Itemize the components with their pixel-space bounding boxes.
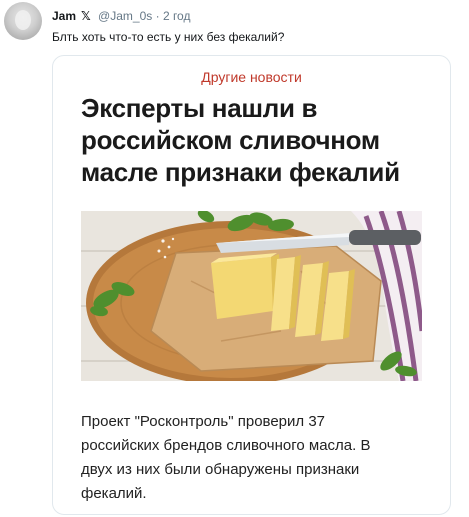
article-photo[interactable] [81,211,422,381]
excerpt-line: фекалий. [81,485,147,502]
avatar-face [15,10,31,30]
article-headline[interactable]: Эксперты нашли в российском сливочном ма… [81,92,441,188]
article-excerpt[interactable]: Проект "Росконтроль" проверил 37 российс… [81,410,426,506]
headline-line: Эксперты нашли в [81,93,318,123]
excerpt-line: двух из них были обнаружены признаки [81,461,360,478]
headline-line: масле признаки фекалий [81,157,400,187]
x-logo-icon: 𝕏 [81,9,91,23]
separator: · [155,9,160,23]
headline-line: российском сливочном [81,125,380,155]
tweet-header: Jam 𝕏 @Jam_0s · 2 год [52,8,190,24]
excerpt-line: российских брендов сливочного масла. В [81,437,371,454]
author-handle[interactable]: @Jam_0s [98,9,152,23]
excerpt-line: Проект "Росконтроль" проверил 37 [81,413,326,430]
butter-photo-illustration [81,211,422,381]
tweet-text: Блть хоть что-то есть у них без фекалий? [52,30,285,44]
quoted-article-card[interactable]: Другие новости Эксперты нашли в российск… [52,55,451,515]
author-name[interactable]: Jam [52,9,76,23]
tweet-time[interactable]: 2 год [163,9,191,23]
section-label[interactable]: Другие новости [53,68,450,86]
avatar[interactable] [4,2,42,40]
